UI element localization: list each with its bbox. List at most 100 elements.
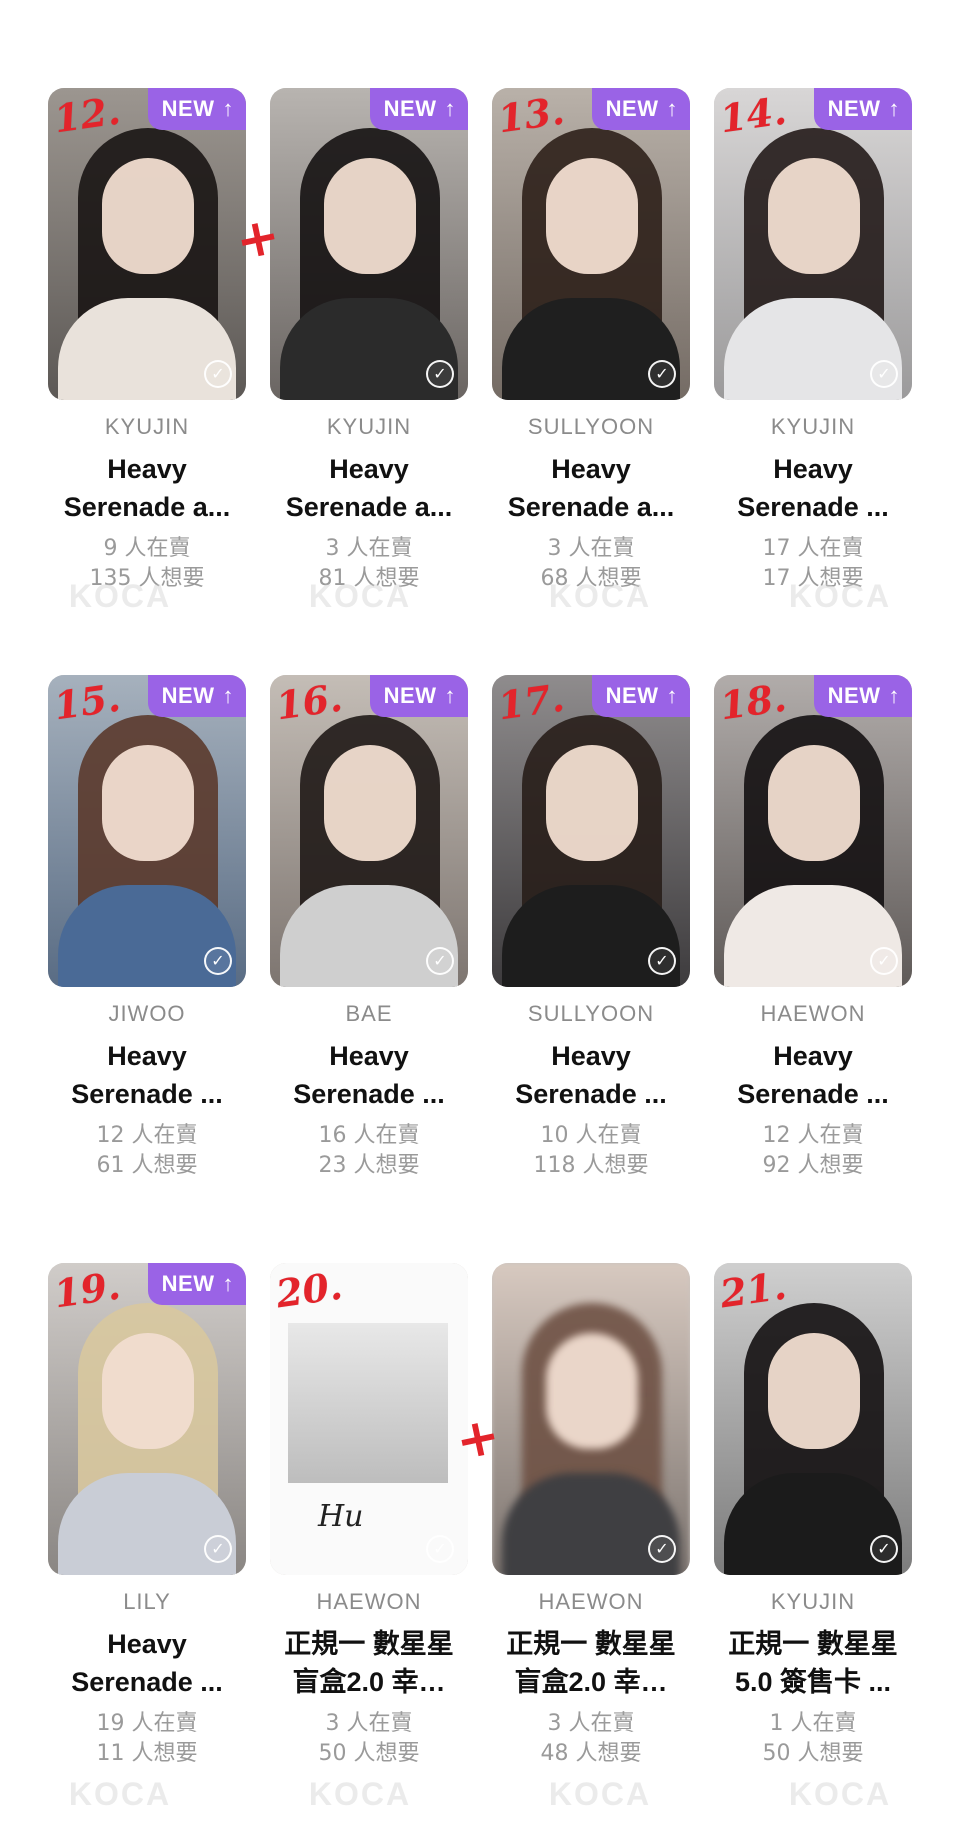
photocard-item[interactable]: 21. ✓ KYUJIN 正規一 數星星 5.0 簽售卡 ... 1 人在賣 50 … <box>714 1263 912 1769</box>
new-badge: NEW ↑ <box>147 1263 246 1305</box>
handwritten-number: 16. <box>273 675 345 729</box>
new-badge: NEW ↑ <box>591 675 690 717</box>
arrow-up-icon: ↑ <box>222 96 234 121</box>
handwritten-number: 18. <box>717 675 789 729</box>
handwritten-number: 19. <box>51 1263 123 1317</box>
card-photo[interactable]: NEW ↑ 12. ✓ <box>48 88 246 400</box>
sellers-count: 3 人在賣 <box>547 1711 635 1736</box>
card-photo[interactable]: NEW ↑ 15. ✓ <box>48 675 246 987</box>
sellers-count: 9 人在賣 <box>103 536 191 561</box>
wanters-count: 23 人想要 <box>318 1153 420 1178</box>
card-stats: 19 人在賣 11 人想要 <box>48 1709 246 1769</box>
member-name: SULLYOON <box>527 414 655 439</box>
member-name: HAEWON <box>316 1589 422 1614</box>
member-name: HAEWON <box>538 1589 644 1614</box>
check-icon[interactable]: ✓ <box>870 1535 898 1563</box>
sellers-count: 12 人在賣 <box>762 1123 864 1148</box>
member-name: SULLYOON <box>527 1001 655 1026</box>
card-stats: 1 人在賣 50 人想要 <box>714 1709 912 1769</box>
card-stats: 3 人在賣 50 人想要 <box>270 1709 468 1769</box>
handwritten-number: 14. <box>717 88 789 142</box>
card-title: Heavy Serenade ... <box>737 1041 889 1109</box>
watermark-row: KOCA KOCA KOCA KOCA <box>68 1776 892 1812</box>
new-badge: NEW ↑ <box>369 675 468 717</box>
sellers-count: 3 人在賣 <box>325 536 413 561</box>
check-icon[interactable]: ✓ <box>648 360 676 388</box>
arrow-up-icon: ↑ <box>222 1271 234 1296</box>
photocard-item[interactable]: NEW ↑ 17. ✓ SULLYOON Heavy Serenade ... 10… <box>492 675 690 1181</box>
card-photo[interactable]: ✓ <box>492 1263 690 1575</box>
card-title: 正規一 數星星 盲盒2.0 幸… <box>506 1629 676 1697</box>
photocard-item[interactable]: NEW ↑ 16. ✓ BAE Heavy Serenade ... 16 人在賣 2… <box>270 675 468 1181</box>
arrow-up-icon: ↑ <box>888 96 900 121</box>
card-title: Heavy Serenade ... <box>293 1041 445 1109</box>
wanters-count: 50 人想要 <box>318 1741 420 1766</box>
card-photo[interactable]: NEW ↑ 19. ✓ <box>48 1263 246 1575</box>
member-name: KYUJIN <box>104 414 190 439</box>
check-icon[interactable]: ✓ <box>870 360 898 388</box>
handwritten-number: 17. <box>495 675 567 729</box>
new-badge: NEW ↑ <box>369 88 468 130</box>
check-icon[interactable]: ✓ <box>204 947 232 975</box>
check-icon[interactable]: ✓ <box>204 360 232 388</box>
card-photo[interactable]: 21. ✓ <box>714 1263 912 1575</box>
card-stats: 16 人在賣 23 人想要 <box>270 1121 468 1181</box>
photocard-item[interactable]: Hu 20. ✓ HAEWON 正規一 數星星 盲盒2.0 幸… 3 人在賣 50 … <box>270 1263 468 1769</box>
check-icon[interactable]: ✓ <box>204 1535 232 1563</box>
sellers-count: 17 人在賣 <box>762 536 864 561</box>
card-photo[interactable]: NEW ↑ ✓ <box>270 88 468 400</box>
wanters-count: 92 人想要 <box>762 1153 864 1178</box>
card-title: 正規一 數星星 盲盒2.0 幸… <box>284 1629 454 1697</box>
new-badge: NEW ↑ <box>813 88 912 130</box>
check-icon[interactable]: ✓ <box>426 360 454 388</box>
watermark-row: KOCA KOCA KOCA KOCA <box>68 578 892 614</box>
card-photo[interactable]: NEW ↑ 14. ✓ <box>714 88 912 400</box>
wanters-count: 50 人想要 <box>762 1741 864 1766</box>
photocard-item[interactable]: NEW ↑ 18. ✓ HAEWON Heavy Serenade ... 12 人… <box>714 675 912 1181</box>
check-icon[interactable]: ✓ <box>426 1535 454 1563</box>
card-stats: 12 人在賣 61 人想要 <box>48 1121 246 1181</box>
new-badge: NEW ↑ <box>813 675 912 717</box>
card-photo[interactable]: NEW ↑ 16. ✓ <box>270 675 468 987</box>
arrow-up-icon: ↑ <box>666 96 678 121</box>
sellers-count: 19 人在賣 <box>96 1711 198 1736</box>
arrow-up-icon: ↑ <box>222 683 234 708</box>
check-icon[interactable]: ✓ <box>870 947 898 975</box>
card-title: Heavy Serenade ... <box>737 454 889 522</box>
sellers-count: 1 人在賣 <box>769 1711 857 1736</box>
new-badge: NEW ↑ <box>591 88 690 130</box>
wanters-count: 61 人想要 <box>96 1153 198 1178</box>
card-stats: 12 人在賣 92 人想要 <box>714 1121 912 1181</box>
arrow-up-icon: ↑ <box>444 96 456 121</box>
card-title: Heavy Serenade ... <box>71 1629 223 1697</box>
photocard-item[interactable]: NEW ↑ 14. ✓ KYUJIN Heavy Serenade ... 17 人… <box>714 88 912 594</box>
photocard-grid: NEW ↑ 12. ✓ KYUJIN Heavy Serenade a... 9 人… <box>0 0 957 1848</box>
photocard-item[interactable]: ✓ HAEWON 正規一 數星星 盲盒2.0 幸… 3 人在賣 48 人想要 <box>492 1263 690 1769</box>
photocard-item[interactable]: NEW ↑ 15. ✓ JIWOO Heavy Serenade ... 12 人在… <box>48 675 246 1181</box>
member-name: KYUJIN <box>770 1589 856 1614</box>
card-photo[interactable]: NEW ↑ 13. ✓ <box>492 88 690 400</box>
card-photo[interactable]: Hu 20. ✓ <box>270 1263 468 1575</box>
check-icon[interactable]: ✓ <box>426 947 454 975</box>
photocard-item[interactable]: NEW ↑ ✓ KYUJIN Heavy Serenade a... 3 人在賣 81… <box>270 88 468 594</box>
sellers-count: 10 人在賣 <box>540 1123 642 1148</box>
handwritten-number: 21. <box>717 1263 789 1317</box>
card-title: Heavy Serenade a... <box>507 454 675 522</box>
sellers-count: 12 人在賣 <box>96 1123 198 1148</box>
photocard-item[interactable]: NEW ↑ 13. ✓ SULLYOON Heavy Serenade a... 3… <box>492 88 690 594</box>
wanters-count: 118 人想要 <box>533 1153 649 1178</box>
arrow-up-icon: ↑ <box>888 683 900 708</box>
wanters-count: 48 人想要 <box>540 1741 642 1766</box>
check-icon[interactable]: ✓ <box>648 1535 676 1563</box>
card-photo[interactable]: NEW ↑ 17. ✓ <box>492 675 690 987</box>
handwritten-number: 20. <box>273 1263 345 1317</box>
card-photo[interactable]: NEW ↑ 18. ✓ <box>714 675 912 987</box>
arrow-up-icon: ↑ <box>444 683 456 708</box>
handwritten-number: 12. <box>51 88 123 142</box>
handwritten-number: 13. <box>495 88 567 142</box>
photocard-item[interactable]: NEW ↑ 19. ✓ LILY Heavy Serenade ... 19 人在賣… <box>48 1263 246 1769</box>
new-badge: NEW ↑ <box>147 88 246 130</box>
sellers-count: 3 人在賣 <box>325 1711 413 1736</box>
photocard-item[interactable]: NEW ↑ 12. ✓ KYUJIN Heavy Serenade a... 9 人… <box>48 88 246 594</box>
check-icon[interactable]: ✓ <box>648 947 676 975</box>
